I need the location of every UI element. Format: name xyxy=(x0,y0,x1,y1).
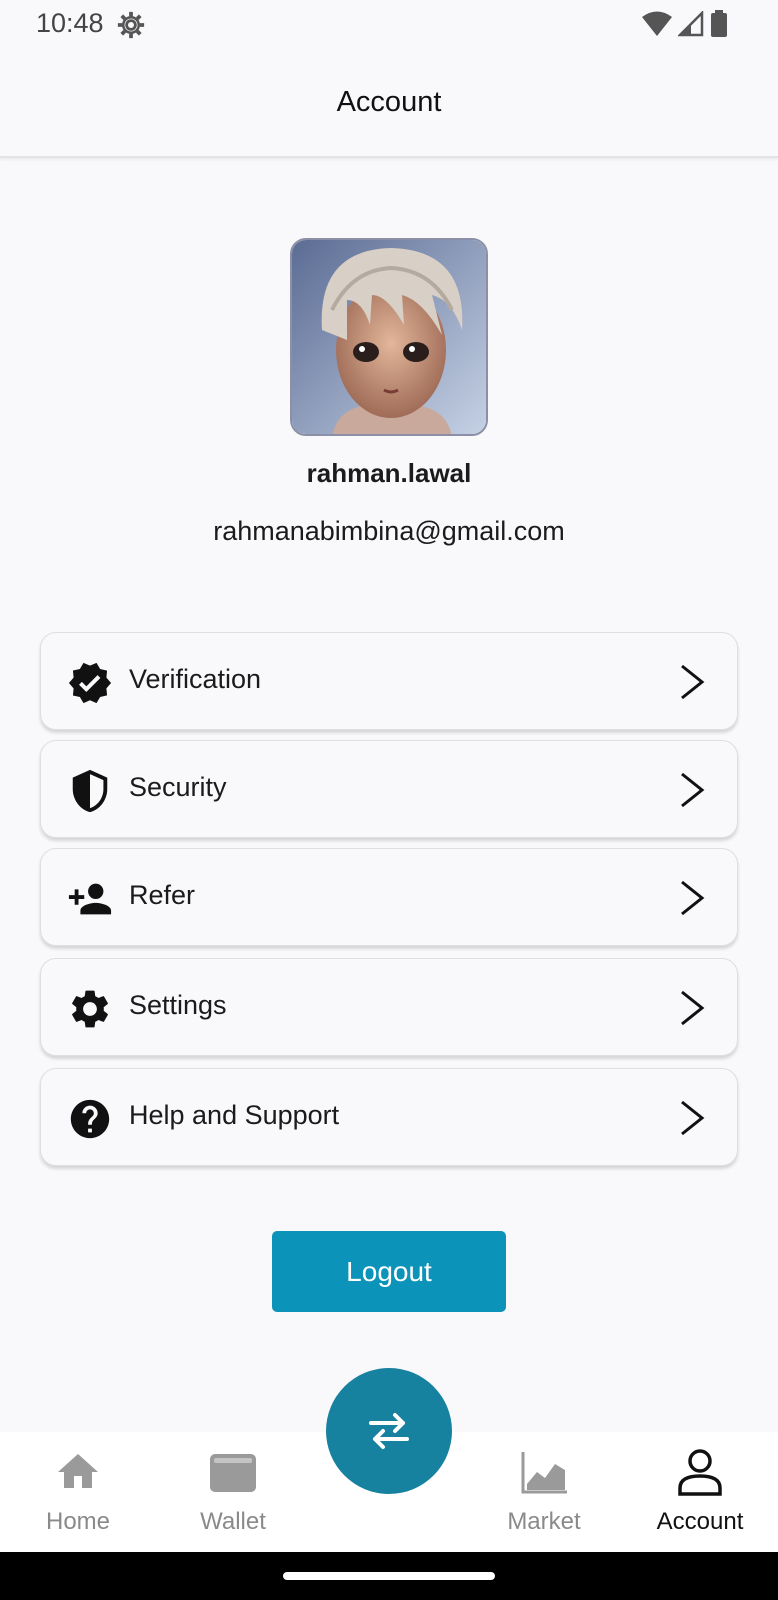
menu-item-verification[interactable]: Verification xyxy=(40,632,738,730)
signal-icon xyxy=(676,9,704,42)
battery-icon xyxy=(710,10,728,43)
menu-item-label: Help and Support xyxy=(129,1100,340,1130)
nav-item-home[interactable]: Home xyxy=(8,1432,148,1552)
menu-item-label: Verification xyxy=(129,664,262,694)
swap-fab-button[interactable] xyxy=(326,1368,452,1494)
app-header: Account xyxy=(0,50,778,158)
status-time: 10:48 xyxy=(36,8,104,38)
menu-item-security[interactable]: Security xyxy=(40,740,738,838)
nav-label: Market xyxy=(507,1508,581,1535)
chevron-right-icon xyxy=(677,663,707,701)
logout-button[interactable]: Logout xyxy=(272,1231,506,1312)
page-title: Account xyxy=(336,86,442,118)
home-indicator[interactable] xyxy=(283,1572,495,1580)
nav-item-wallet[interactable]: Wallet xyxy=(163,1432,303,1552)
wifi-icon xyxy=(642,11,672,42)
avatar[interactable] xyxy=(290,238,488,436)
verified-badge-icon xyxy=(67,660,113,706)
menu-item-label: Refer xyxy=(129,880,196,910)
shield-icon xyxy=(67,768,113,814)
menu-item-label: Security xyxy=(129,772,227,802)
swap-arrows-icon xyxy=(369,1413,409,1449)
menu-item-label: Settings xyxy=(129,990,227,1020)
chevron-right-icon xyxy=(677,989,707,1027)
nav-label: Account xyxy=(656,1508,744,1535)
wallet-icon xyxy=(208,1448,258,1496)
chart-icon xyxy=(519,1448,569,1496)
nav-label: Home xyxy=(45,1508,111,1535)
nav-item-market[interactable]: Market xyxy=(474,1432,614,1552)
account-icon xyxy=(675,1448,725,1496)
nav-label: Wallet xyxy=(200,1508,266,1535)
nav-item-account[interactable]: Account xyxy=(630,1432,770,1552)
status-bar: 10:48 xyxy=(0,0,778,50)
chevron-right-icon xyxy=(677,771,707,809)
chevron-right-icon xyxy=(677,1099,707,1137)
menu-item-settings[interactable]: Settings xyxy=(40,958,738,1056)
add-person-icon xyxy=(67,876,113,922)
profile-email: rahmanabimbina@gmail.com xyxy=(213,516,565,546)
help-icon xyxy=(67,1096,113,1142)
chevron-right-icon xyxy=(677,879,707,917)
system-nav-bar xyxy=(0,1552,778,1600)
gear-icon xyxy=(67,986,113,1032)
settings-gear-icon xyxy=(116,10,146,40)
profile-username: rahman.lawal xyxy=(306,458,472,488)
menu-item-refer[interactable]: Refer xyxy=(40,848,738,946)
menu-item-help-and-support[interactable]: Help and Support xyxy=(40,1068,738,1166)
home-icon xyxy=(53,1448,103,1496)
